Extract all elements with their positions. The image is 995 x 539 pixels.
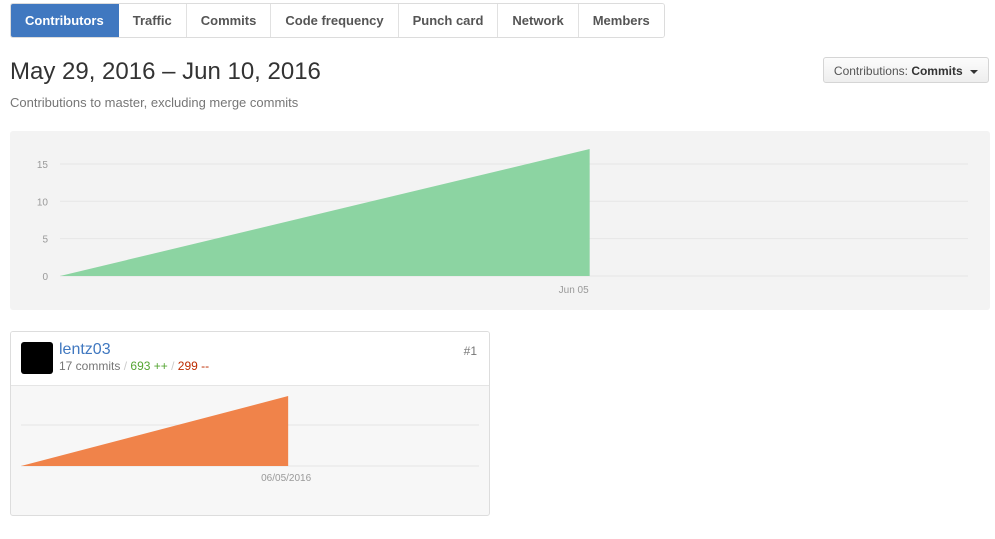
- contributor-rank: #1: [463, 344, 477, 358]
- tab-punch-card[interactable]: Punch card: [398, 4, 499, 37]
- contributions-graph-svg: 0 5 10 15 Jun 05: [37, 149, 968, 296]
- y-tick-label: 0: [42, 272, 48, 283]
- x-tick-label: Jun 05: [559, 285, 589, 296]
- contributions-graph: 0 5 10 15 Jun 05: [10, 131, 990, 310]
- commits-area: [60, 149, 590, 276]
- contributor-graph-svg: 06/05/2016: [21, 396, 479, 484]
- stats-separator: /: [171, 359, 175, 373]
- tab-network[interactable]: Network: [498, 4, 579, 37]
- tab-traffic[interactable]: Traffic: [118, 4, 187, 37]
- contributor-stats: 17 commits / 693 ++ / 299 --: [59, 359, 209, 373]
- y-tick-label: 15: [37, 160, 49, 171]
- repo-graph-tabs: Contributors Traffic Commits Code freque…: [10, 3, 665, 38]
- commit-count: 17 commits: [59, 359, 121, 373]
- contributor-commits-area: [21, 396, 289, 466]
- contributions-type-dropdown[interactable]: Contributions: Commits: [822, 57, 989, 83]
- stats-separator: /: [123, 359, 128, 373]
- contributor-username-link[interactable]: lentz03: [59, 341, 111, 359]
- page-title: May 29, 2016 – Jun 10, 2016: [10, 58, 321, 85]
- deletions-count: 299 --: [177, 359, 210, 373]
- contributor-card: lentz03 17 commits / 693 ++ / 299 -- #1 …: [10, 331, 490, 516]
- tab-code-frequency[interactable]: Code frequency: [271, 4, 399, 37]
- tab-commits[interactable]: Commits: [186, 4, 272, 37]
- contributor-card-header: lentz03 17 commits / 693 ++ / 299 -- #1: [11, 332, 489, 386]
- y-tick-label: 10: [37, 197, 49, 208]
- additions-count: 693 ++: [130, 359, 168, 373]
- tab-contributors[interactable]: Contributors: [11, 4, 119, 37]
- caret-down-icon: [970, 69, 978, 74]
- avatar[interactable]: [21, 342, 53, 374]
- x-tick-label: 06/05/2016: [261, 473, 311, 484]
- dropdown-value: Commits: [911, 64, 963, 78]
- dropdown-label: Contributions:: [833, 64, 908, 78]
- y-tick-label: 5: [42, 235, 48, 246]
- tab-members[interactable]: Members: [578, 4, 664, 37]
- page-subtitle: Contributions to master, excluding merge…: [10, 95, 299, 110]
